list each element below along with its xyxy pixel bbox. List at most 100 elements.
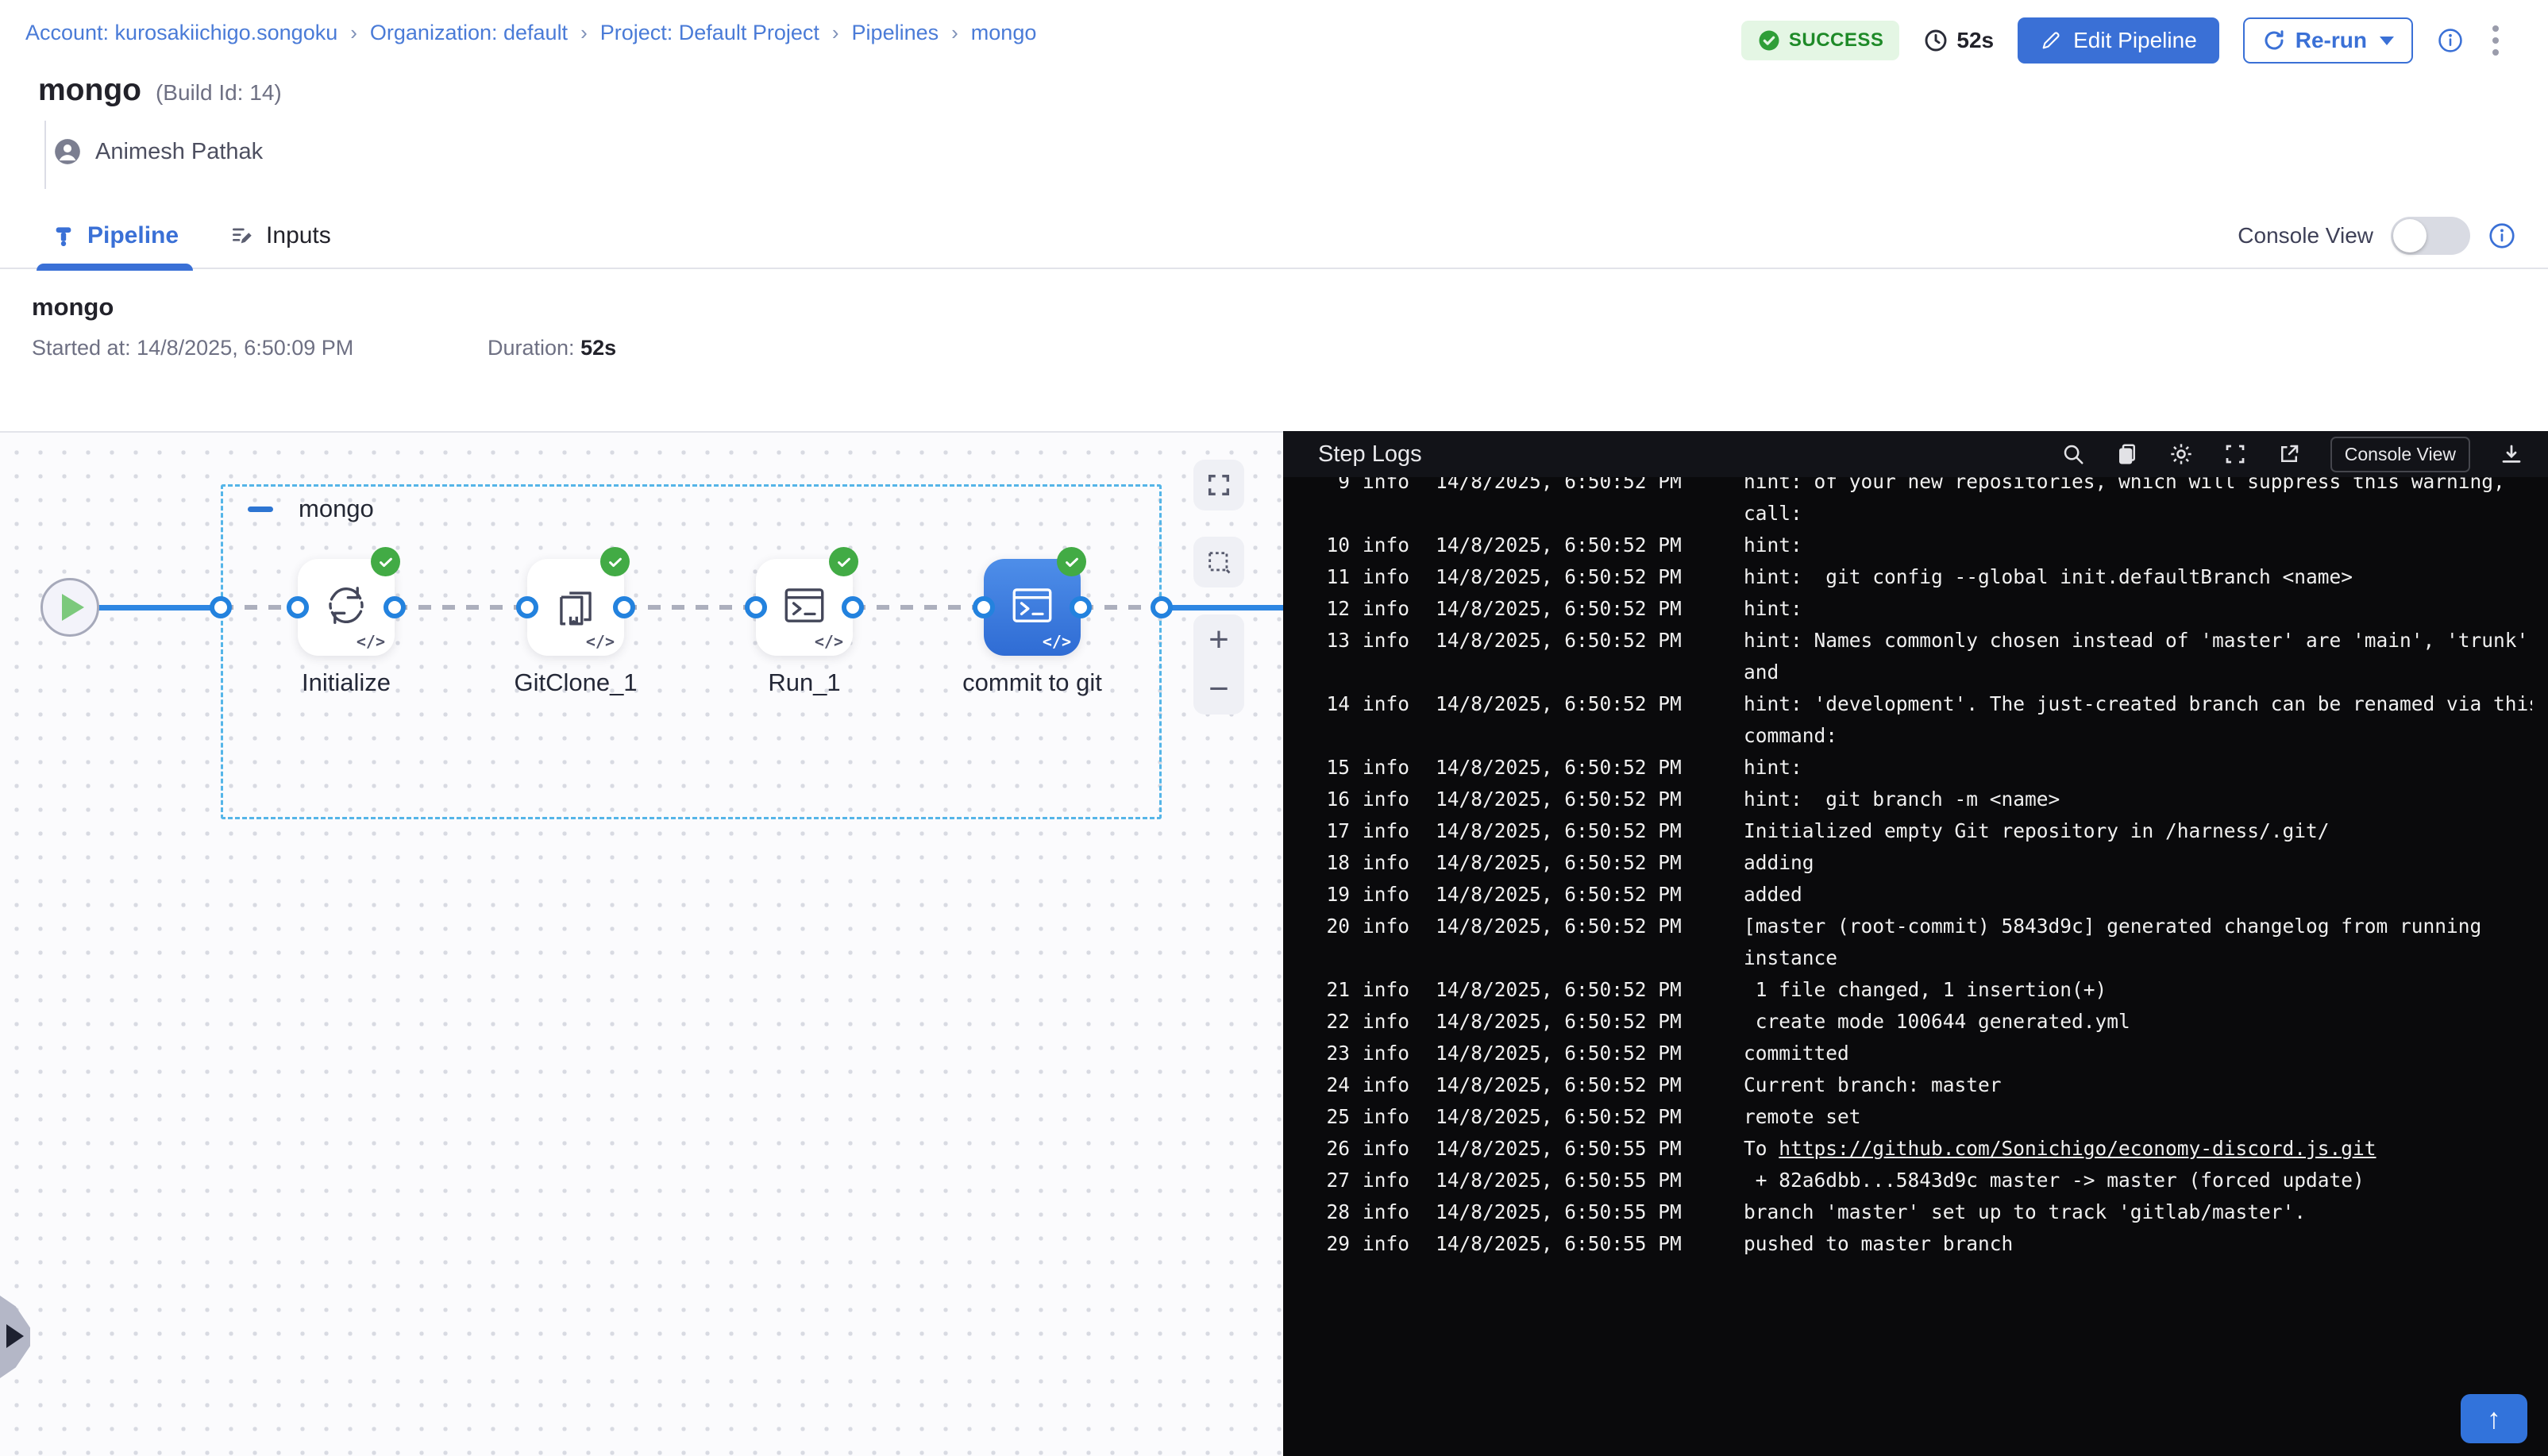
- log-line: 9info14/8/2025, 6:50:52 PMhint: of your …: [1301, 477, 2532, 498]
- more-options-menu[interactable]: [2488, 21, 2504, 60]
- connector-dot: [745, 596, 767, 618]
- log-download-button[interactable]: [2499, 441, 2524, 467]
- log-line-number: 23: [1301, 1038, 1350, 1069]
- log-line-number: 19: [1301, 879, 1350, 911]
- log-line-number: 18: [1301, 847, 1350, 879]
- rerun-caret-icon[interactable]: [2380, 37, 2394, 45]
- connector-dot: [613, 596, 635, 618]
- canvas-select-button[interactable]: [1193, 537, 1244, 587]
- log-timestamp: 14/8/2025, 6:50:52 PM: [1436, 784, 1731, 815]
- stage-group-name: mongo: [299, 495, 374, 523]
- log-message: hint: of your new repositories, which wi…: [1744, 477, 2532, 498]
- breadcrumb-item[interactable]: mongo: [971, 21, 1037, 45]
- log-line-number: 11: [1301, 561, 1350, 593]
- pipeline-name: mongo: [38, 73, 141, 108]
- log-line: 14info14/8/2025, 6:50:52 PMhint: 'develo…: [1301, 688, 2532, 720]
- zoom-in-button[interactable]: +: [1205, 626, 1233, 654]
- elapsed-label: 52s: [1956, 28, 1994, 53]
- log-message: To https://github.com/Sonichigo/economy-…: [1744, 1133, 2532, 1165]
- log-timestamp: 14/8/2025, 6:50:52 PM: [1436, 1069, 1731, 1101]
- log-timestamp: 14/8/2025, 6:50:52 PM: [1436, 752, 1731, 784]
- console-view-label: Console View: [2238, 223, 2373, 248]
- step-node-commit-to-git[interactable]: </>: [984, 559, 1081, 656]
- step-node-run_1[interactable]: </>: [756, 559, 853, 656]
- step-node-initialize[interactable]: </>: [298, 559, 395, 656]
- connector-dot: [1070, 596, 1092, 618]
- toggle-knob: [2393, 219, 2427, 252]
- pipeline-start-node[interactable]: [40, 578, 99, 637]
- log-message: [master (root-commit) 5843d9c] generated…: [1744, 911, 2532, 942]
- step-node-label: Initialize: [227, 668, 465, 697]
- console-view-info-icon[interactable]: [2488, 221, 2516, 250]
- log-open-new-tab-button[interactable]: [2276, 441, 2302, 467]
- left-panel-expand-tab[interactable]: [0, 1296, 30, 1378]
- breadcrumb-separator: ›: [350, 21, 357, 45]
- log-line-number: 29: [1301, 1228, 1350, 1260]
- zoom-out-button[interactable]: −: [1205, 675, 1233, 703]
- tab-inputs[interactable]: Inputs: [229, 202, 331, 269]
- log-message: hint:: [1744, 593, 2532, 625]
- console-view-toggle[interactable]: [2391, 217, 2470, 255]
- info-icon[interactable]: [2437, 27, 2464, 54]
- step-node-label: GitClone_1: [457, 668, 695, 697]
- log-line: 25info14/8/2025, 6:50:52 PMremote set: [1301, 1101, 2532, 1133]
- connector-dashed-line: [624, 605, 756, 610]
- log-line-number: 12: [1301, 593, 1350, 625]
- sync-icon: [322, 581, 371, 630]
- step-node-label: Run_1: [685, 668, 923, 697]
- step-success-badge: [371, 547, 400, 576]
- log-level: info: [1363, 625, 1423, 657]
- breadcrumb-item[interactable]: Pipelines: [852, 21, 939, 45]
- connector-dot: [384, 596, 406, 618]
- fullscreen-icon: [1205, 472, 1232, 499]
- log-search-button[interactable]: [2060, 441, 2086, 467]
- user-avatar-icon: [52, 137, 83, 167]
- log-level: info: [1363, 784, 1423, 815]
- log-line: 13info14/8/2025, 6:50:52 PMhint: Names c…: [1301, 625, 2532, 657]
- log-level: info: [1363, 1228, 1423, 1260]
- breadcrumb-separator: ›: [832, 21, 839, 45]
- canvas-zoom-controls: + −: [1193, 614, 1244, 715]
- tab-pipeline[interactable]: Pipeline: [51, 202, 179, 269]
- log-level: info: [1363, 974, 1423, 1006]
- step-node-gitclone_1[interactable]: </>: [527, 559, 624, 656]
- log-fullscreen-button[interactable]: [2222, 441, 2248, 467]
- log-line: 12info14/8/2025, 6:50:52 PMhint:: [1301, 593, 2532, 625]
- edit-pipeline-button[interactable]: Edit Pipeline: [2018, 17, 2219, 64]
- step-logs-panel: Step Logs Console View 9info14/8/2025, 6…: [1283, 431, 2548, 1456]
- log-link[interactable]: https://github.com/Sonichigo/economy-dis…: [1779, 1137, 2376, 1160]
- breadcrumb-item[interactable]: Organization: default: [370, 21, 568, 45]
- log-message: hint: Names commonly chosen instead of '…: [1744, 625, 2532, 657]
- log-level: info: [1363, 1069, 1423, 1101]
- log-line-number: 14: [1301, 688, 1350, 720]
- log-message: committed: [1744, 1038, 2532, 1069]
- log-timestamp: 14/8/2025, 6:50:52 PM: [1436, 879, 1731, 911]
- console-view-control: Console View: [2238, 202, 2516, 269]
- log-settings-button[interactable]: [2168, 441, 2194, 467]
- breadcrumb-item[interactable]: Account: kurosakiichigo.songoku: [25, 21, 337, 45]
- log-level: info: [1363, 477, 1423, 498]
- pipeline-canvas[interactable]: mongo </> Initialize </> GitClone_1 </> Run_1…: [0, 431, 1283, 1456]
- success-check-icon: [1757, 29, 1781, 52]
- author-row: Animesh Pathak: [52, 137, 263, 167]
- log-timestamp: 14/8/2025, 6:50:52 PM: [1436, 847, 1731, 879]
- log-line: 19info14/8/2025, 6:50:52 PMadded: [1301, 879, 2532, 911]
- log-body[interactable]: 9info14/8/2025, 6:50:52 PMhint: of your …: [1283, 477, 2548, 1456]
- log-console-view-button[interactable]: Console View: [2330, 437, 2470, 472]
- connector-dashed-line: [853, 605, 984, 610]
- log-line-number: 27: [1301, 1165, 1350, 1196]
- code-glyph-icon: </>: [1043, 632, 1071, 651]
- rerun-button[interactable]: Re-run: [2243, 17, 2413, 64]
- breadcrumb-item[interactable]: Project: Default Project: [600, 21, 819, 45]
- scroll-to-top-button[interactable]: ↑: [2461, 1394, 2527, 1443]
- log-message: and: [1744, 657, 2532, 688]
- log-copy-button[interactable]: [2114, 441, 2140, 467]
- log-line-continuation: call:: [1301, 498, 2532, 530]
- log-timestamp: 14/8/2025, 6:50:52 PM: [1436, 1006, 1731, 1038]
- collapse-stage-icon[interactable]: [248, 507, 273, 512]
- log-level: info: [1363, 688, 1423, 720]
- git-clone-icon: [551, 581, 600, 630]
- canvas-fullscreen-button[interactable]: [1193, 460, 1244, 510]
- pencil-icon: [2040, 29, 2062, 52]
- log-timestamp: 14/8/2025, 6:50:52 PM: [1436, 1101, 1731, 1133]
